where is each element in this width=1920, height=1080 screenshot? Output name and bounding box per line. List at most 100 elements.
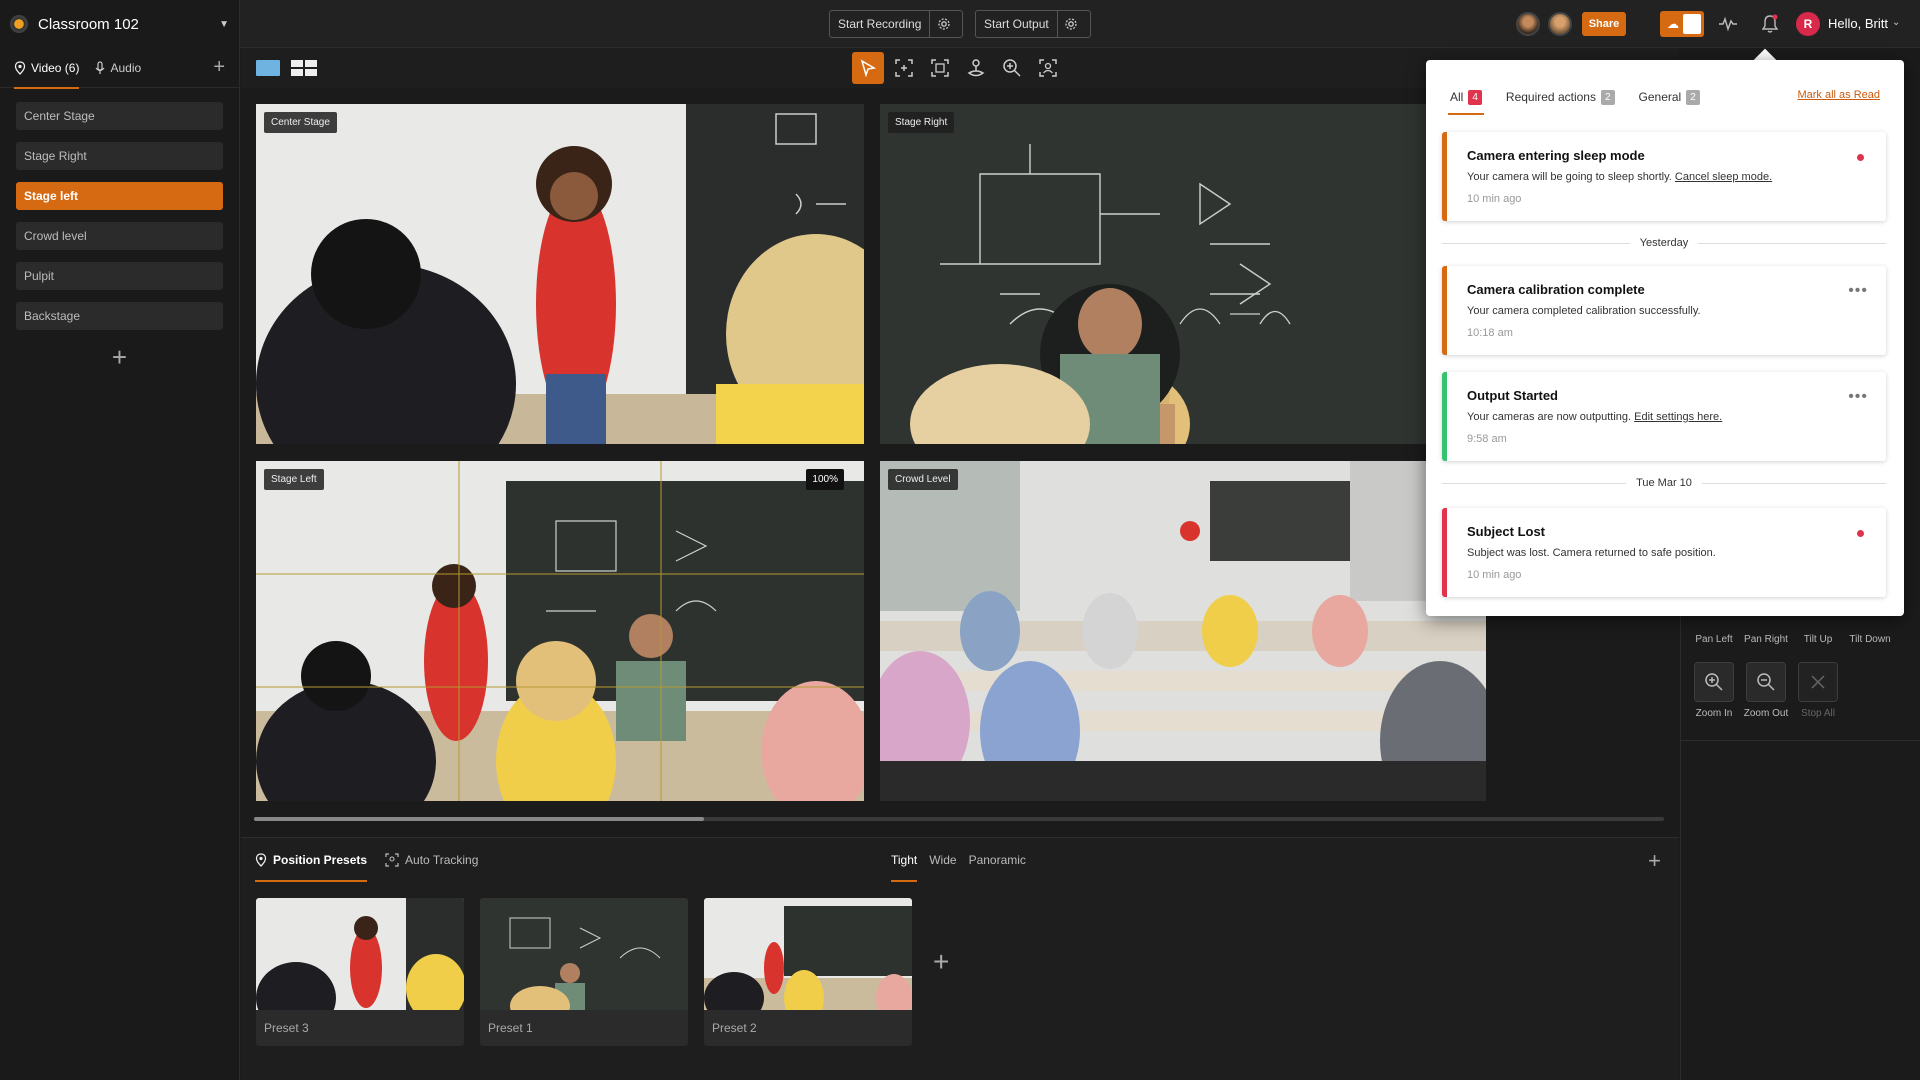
notification-card[interactable]: Subject Lost Subject was lost. Camera re… <box>1442 508 1886 597</box>
collaborator-avatar[interactable] <box>1548 12 1572 36</box>
notification-body: Your camera completed calibration succes… <box>1467 305 1701 317</box>
grid-view-icon[interactable] <box>291 60 317 76</box>
camera-item-center-stage[interactable]: Center Stage <box>16 102 223 130</box>
tab-required-actions[interactable]: Required actions 2 <box>1506 82 1615 112</box>
frame-icon[interactable] <box>924 52 956 84</box>
camera-item-stage-right[interactable]: Stage Right <box>16 142 223 170</box>
more-options-icon[interactable]: ••• <box>1848 388 1868 406</box>
chevron-down-icon: ▼ <box>219 18 229 30</box>
count-badge: 2 <box>1686 89 1700 105</box>
select-cursor-icon[interactable] <box>852 52 884 84</box>
chevron-down-icon[interactable]: ⌄ <box>1892 17 1900 28</box>
notification-card[interactable]: Camera entering sleep mode Your camera w… <box>1442 132 1886 221</box>
zoom-in-icon[interactable] <box>1694 662 1734 702</box>
tilt-up-control[interactable]: Tilt Up <box>1795 634 1841 645</box>
framing-panoramic[interactable]: Panoramic <box>969 838 1026 882</box>
share-button[interactable]: Share <box>1582 12 1626 36</box>
notification-time: 9:58 am <box>1467 433 1507 445</box>
tilt-up-label: Tilt Up <box>1803 634 1833 645</box>
tilt-down-control[interactable]: Tilt Down <box>1847 634 1893 645</box>
start-recording-group: Start Recording <box>829 10 963 38</box>
face-tracking-icon[interactable] <box>1032 52 1064 84</box>
tilt-down-label: Tilt Down <box>1849 634 1891 645</box>
add-preset-plus-icon[interactable]: + <box>933 946 949 978</box>
tab-all-label: All <box>1450 90 1464 104</box>
camera-item-backstage[interactable]: Backstage <box>16 302 223 330</box>
camera-item-stage-left[interactable]: Stage left <box>16 182 223 210</box>
start-recording-button[interactable]: Start Recording <box>830 17 929 31</box>
preset-thumbnail <box>704 898 912 1026</box>
ptz-control-panel: Pan Left Pan Right Tilt Up Tilt Down Zoo… <box>1680 600 1920 1080</box>
preset-card[interactable]: Preset 2 <box>704 898 912 1046</box>
preset-card[interactable]: Preset 3 <box>256 898 464 1046</box>
tab-all-notifications[interactable]: All 4 <box>1448 82 1484 115</box>
zoom-out-control[interactable]: Zoom Out <box>1743 662 1789 719</box>
more-options-icon[interactable]: ••• <box>1848 282 1868 300</box>
sidebar-tabs: Video (6) Audio + <box>0 48 239 89</box>
pan-right-control[interactable]: Pan Right <box>1743 634 1789 645</box>
recording-settings-gear-icon[interactable] <box>929 11 957 37</box>
feed-label: Center Stage <box>264 112 337 133</box>
crowd-level-image <box>880 461 1486 801</box>
microphone-icon <box>96 60 105 74</box>
tab-general[interactable]: General 2 <box>1639 82 1700 112</box>
camera-item-pulpit[interactable]: Pulpit <box>16 262 223 290</box>
scrollbar-thumb[interactable] <box>254 817 704 821</box>
location-pin-icon <box>255 853 267 867</box>
activity-icon[interactable] <box>1716 12 1740 36</box>
video-feed-crowd-level[interactable]: Crowd Level <box>880 461 1486 801</box>
notification-body: Subject was lost. Camera returned to saf… <box>1467 547 1716 559</box>
pan-left-control[interactable]: Pan Left <box>1691 634 1737 645</box>
tab-audio[interactable]: Audio <box>95 48 141 88</box>
user-avatar[interactable]: R <box>1796 12 1820 36</box>
add-source-plus-icon[interactable]: + <box>213 57 225 77</box>
close-icon[interactable] <box>1798 662 1838 702</box>
edit-settings-link[interactable]: Edit settings here. <box>1634 411 1722 423</box>
output-settings-gear-icon[interactable] <box>1056 11 1085 37</box>
zoom-icon[interactable] <box>996 52 1028 84</box>
preset-thumbnail <box>480 898 688 1026</box>
add-preset-plus-icon[interactable]: + <box>1648 848 1661 874</box>
video-feed-stage-left[interactable]: Stage Left 100% <box>256 461 864 801</box>
feed-scrollbar[interactable] <box>254 817 1664 821</box>
top-bar: Classroom 102 ▼ Start Recording Start Ou… <box>0 0 1920 48</box>
zoom-in-control[interactable]: Zoom In <box>1691 662 1737 719</box>
user-greeting[interactable]: Hello, Britt <box>1828 16 1888 31</box>
camera-item-crowd-level[interactable]: Crowd level <box>16 222 223 250</box>
zoom-in-label: Zoom In <box>1695 708 1733 719</box>
tab-auto-tracking-label: Auto Tracking <box>405 853 479 867</box>
camera-sidebar: Video (6) Audio + Center Stage Stage Rig… <box>0 48 240 1080</box>
room-selector[interactable]: Classroom 102 ▼ <box>0 0 240 48</box>
notification-text: Your cameras are now outputting. <box>1467 411 1632 423</box>
collaborator-avatar[interactable] <box>1516 12 1540 36</box>
cloud-toggle[interactable]: ☁ <box>1660 11 1704 37</box>
notification-card[interactable]: Output Started Your cameras are now outp… <box>1442 372 1886 461</box>
add-focus-icon[interactable] <box>888 52 920 84</box>
notification-title: Subject Lost <box>1467 524 1546 539</box>
tracking-icon <box>385 853 399 867</box>
cancel-sleep-link[interactable]: Cancel sleep mode. <box>1675 171 1772 183</box>
tab-video[interactable]: Video (6) <box>14 48 80 89</box>
framing-tight[interactable]: Tight <box>891 838 918 882</box>
tab-auto-tracking[interactable]: Auto Tracking <box>385 838 478 882</box>
notification-card[interactable]: Camera calibration complete Your camera … <box>1442 266 1886 355</box>
stop-all-control[interactable]: Stop All <box>1795 662 1841 719</box>
single-view-icon[interactable] <box>256 60 280 76</box>
tab-audio-label: Audio <box>110 60 142 75</box>
video-feed-center-stage[interactable]: Center Stage <box>256 104 864 444</box>
tab-position-presets[interactable]: Position Presets <box>255 838 368 882</box>
framing-tabs: Tight Wide Panoramic <box>891 838 1038 882</box>
framing-wide[interactable]: Wide <box>929 838 956 882</box>
bell-icon[interactable] <box>1758 12 1782 36</box>
toggle-knob <box>1683 14 1701 34</box>
notification-body: Your camera will be going to sleep short… <box>1467 171 1866 183</box>
group-divider: Yesterday <box>1442 236 1886 250</box>
zoom-out-icon[interactable] <box>1746 662 1786 702</box>
mark-all-read-link[interactable]: Mark all as Read <box>1797 89 1880 101</box>
joystick-icon[interactable] <box>960 52 992 84</box>
preset-card[interactable]: Preset 1 <box>480 898 688 1046</box>
unread-dot <box>1857 530 1864 537</box>
start-output-button[interactable]: Start Output <box>976 17 1057 31</box>
room-logo-icon <box>10 15 28 33</box>
add-camera-plus-icon[interactable]: + <box>16 342 223 373</box>
